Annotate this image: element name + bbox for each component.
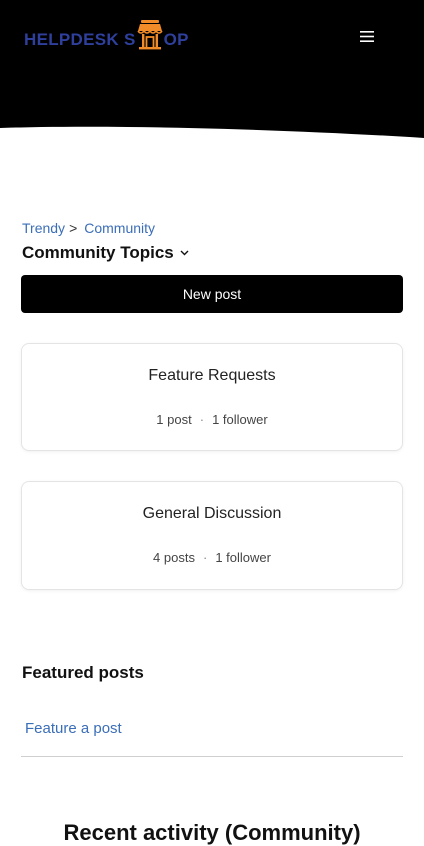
logo-text-left: HELPDESK S xyxy=(24,30,136,49)
meta-separator: · xyxy=(202,550,208,565)
topic-post-count: 1 post xyxy=(156,412,192,427)
recent-activity-heading: Recent activity (Community) xyxy=(63,820,361,845)
meta-separator: · xyxy=(199,412,205,427)
breadcrumb-item-trendy[interactable]: Trendy xyxy=(22,220,65,236)
breadcrumb-item-community[interactable]: Community xyxy=(84,220,155,236)
topic-post-count: 4 posts xyxy=(153,550,195,565)
site-header: HELPDESK S OP xyxy=(0,0,424,140)
topic-title[interactable]: Feature Requests xyxy=(22,367,402,385)
logo-wordmark: HELPDESK S OP xyxy=(24,16,189,52)
topic-card-general-discussion[interactable]: General Discussion 4 posts · 1 follower xyxy=(21,481,403,590)
breadcrumb: Trendy > Community xyxy=(22,220,155,236)
feature-a-post-link[interactable]: Feature a post xyxy=(25,720,122,737)
logo-text-right: OP xyxy=(163,30,189,49)
community-topics-dropdown[interactable]: Community Topics xyxy=(22,243,189,263)
breadcrumb-separator: > xyxy=(69,220,78,236)
chevron-down-icon xyxy=(180,250,189,256)
topic-title[interactable]: General Discussion xyxy=(22,505,402,523)
community-topics-label: Community Topics xyxy=(22,243,174,262)
featured-posts-heading: Featured posts xyxy=(22,663,144,682)
store-icon xyxy=(137,18,163,50)
hamburger-menu-icon[interactable] xyxy=(356,26,378,46)
topic-follower-count: 1 follower xyxy=(212,412,268,427)
topic-meta: 4 posts · 1 follower xyxy=(22,550,402,565)
new-post-button[interactable]: New post xyxy=(21,275,403,313)
helpdesk-shop-logo[interactable]: HELPDESK S OP xyxy=(24,18,189,52)
topic-follower-count: 1 follower xyxy=(215,550,271,565)
divider xyxy=(21,756,403,757)
topic-meta: 1 post · 1 follower xyxy=(22,412,402,427)
topic-card-feature-requests[interactable]: Feature Requests 1 post · 1 follower xyxy=(21,343,403,451)
